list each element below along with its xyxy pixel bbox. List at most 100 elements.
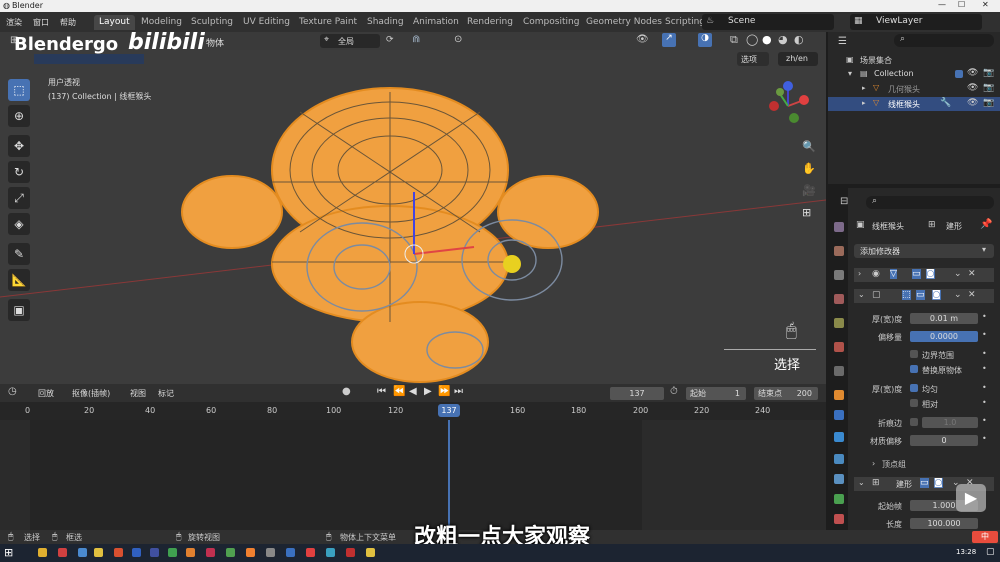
shading-rendered-icon[interactable]: ◐ [794, 33, 804, 46]
render-toggle-icon[interactable]: ◙ [926, 269, 935, 279]
pivot-icon[interactable]: ⟳ [386, 35, 394, 45]
outliner-search[interactable]: ⌕ [894, 34, 994, 47]
pan-view-icon[interactable]: ✋ [802, 162, 816, 175]
scene-collection-row[interactable]: ▣ 场景集合 [828, 53, 1000, 67]
overlay-toggle-icon[interactable]: ◑ [698, 33, 712, 47]
3d-viewport[interactable]: ⊞ 物体 ⌖ 全局 ⟳ ⋒ ⊙ 👁 ↗ ◑ ⧉ ◯ ● ◕ ◐ Blenderg… [0, 32, 826, 384]
zoom-view-icon[interactable]: 🔍 [802, 140, 816, 153]
close-icon[interactable]: ✕ [968, 290, 976, 300]
shading-material-icon[interactable]: ◕ [778, 33, 788, 46]
world-props-icon[interactable] [834, 342, 844, 352]
menu-render[interactable]: 渲染 [6, 17, 22, 28]
visibility-icon[interactable]: 👁 [636, 34, 649, 45]
app-icon[interactable] [78, 548, 87, 557]
viewlayer-selector[interactable]: ▦ ViewLayer [850, 14, 982, 30]
minimize-button[interactable]: — [938, 0, 946, 9]
transform-orientation[interactable]: ⌖ 全局 [320, 34, 380, 48]
add-cube-tool-icon[interactable]: ▣ [8, 299, 30, 321]
add-modifier-button[interactable]: 添加修改器 ▾ [854, 244, 994, 258]
shading-wireframe-icon[interactable]: ◯ [746, 33, 758, 46]
particles-props-icon[interactable] [834, 432, 844, 442]
keyframe-dot-icon[interactable]: • [982, 364, 987, 373]
timeline-editor-icon[interactable]: ◷ [8, 386, 17, 397]
wechat-icon[interactable] [168, 548, 177, 557]
keyframe-dot-icon[interactable]: • [982, 416, 987, 425]
collection-props-icon[interactable] [834, 366, 844, 376]
premiere-icon[interactable] [150, 548, 159, 557]
chrome-icon[interactable] [94, 548, 103, 557]
scale-tool-icon[interactable]: ⤢ [8, 187, 30, 209]
tab-compositing[interactable]: Compositing [518, 15, 584, 30]
scene-selector[interactable]: ♨ Scene [702, 14, 834, 30]
view-menu[interactable]: 视图 [130, 388, 146, 399]
tab-rendering[interactable]: Rendering [462, 15, 518, 30]
end-frame-box[interactable]: 结束点 200 [754, 387, 818, 400]
shading-solid-icon[interactable]: ● [762, 33, 772, 46]
expand-icon[interactable]: › [872, 459, 875, 468]
marker-menu[interactable]: 标记 [158, 388, 174, 399]
xray-icon[interactable]: ⧉ [730, 33, 738, 47]
camera-icon[interactable]: 📷 [983, 83, 994, 93]
physics-props-icon[interactable] [834, 454, 844, 464]
modifier-props-icon[interactable] [834, 410, 844, 420]
tab-uv-editing[interactable]: UV Editing [238, 15, 295, 30]
current-frame-field[interactable]: 137 [610, 387, 664, 400]
boundary-checkbox[interactable] [910, 350, 918, 358]
select-mode-buttons[interactable] [34, 54, 144, 64]
render-toggle-icon[interactable]: ◙ [934, 478, 943, 488]
viewport-toggle-icon[interactable]: ▭ [920, 478, 929, 488]
thickness-field[interactable]: 0.01 m [910, 313, 978, 324]
camera-icon[interactable]: 📷 [983, 68, 994, 78]
expand-icon[interactable]: › [858, 269, 861, 278]
start-frame-box[interactable]: 起始 1 [686, 387, 746, 400]
proportional-edit-icon[interactable]: ⊙ [454, 34, 462, 45]
editmode-toggle-icon[interactable]: ⬚ [902, 290, 911, 300]
offset-field[interactable]: 0.0000 [910, 331, 978, 342]
collection-checkbox[interactable] [955, 70, 963, 78]
app-icon[interactable] [186, 548, 195, 557]
output-props-icon[interactable] [834, 270, 844, 280]
outliner-item[interactable]: ▸ ▽ 几何猴头 👁 📷 [828, 82, 1000, 96]
material-offset-field[interactable]: 0 [910, 435, 978, 446]
menu-object[interactable]: 物体 [206, 36, 224, 49]
render-props-icon[interactable] [834, 246, 844, 256]
collection-row[interactable]: ▾ ▤ Collection 👁 📷 [828, 67, 1000, 81]
pin-icon[interactable]: 📌 [980, 219, 992, 230]
explorer-icon[interactable] [38, 548, 47, 557]
keyframe-dot-icon[interactable]: • [982, 349, 987, 358]
length-field[interactable]: 100.000 [910, 518, 978, 529]
keyframe-dot-icon[interactable]: • [982, 434, 987, 443]
eye-icon[interactable]: 👁 [967, 83, 978, 93]
measure-tool-icon[interactable]: 📐 [8, 269, 30, 291]
eye-icon[interactable]: 👁 [967, 98, 978, 108]
modifier-header[interactable]: ⌄ ▢ ⬚ ▭ ◙ ⌄ ✕ [854, 289, 994, 303]
select-tool-icon[interactable]: ⬚ [8, 79, 30, 101]
lang-toggle[interactable]: zh/en [778, 52, 818, 66]
options-dropdown[interactable]: 选项 [737, 52, 769, 66]
tab-geometry-nodes[interactable]: Geometry Nodes [581, 15, 667, 30]
play-reverse-icon[interactable]: ◀ [409, 386, 417, 397]
expand-icon[interactable]: ▸ [862, 99, 866, 107]
playback-menu[interactable]: 回放 [38, 388, 54, 399]
ime-indicator[interactable]: 中 [972, 531, 998, 543]
app-icon[interactable] [226, 548, 235, 557]
tab-layout[interactable]: Layout [94, 15, 135, 30]
even-checkbox[interactable] [910, 384, 918, 392]
chevron-down-icon[interactable]: ⌄ [954, 269, 962, 279]
record-icon[interactable]: ● [342, 386, 351, 397]
start-icon[interactable]: ⊞ [4, 546, 13, 559]
viewport-toggle-icon[interactable]: ▭ [912, 269, 921, 279]
annotate-tool-icon[interactable]: ✎ [8, 243, 30, 265]
app-icon[interactable] [306, 548, 315, 557]
cursor-tool-icon[interactable]: ⊕ [8, 105, 30, 127]
keyframe-dot-icon[interactable]: • [982, 383, 987, 392]
app-icon[interactable] [286, 548, 295, 557]
crease-field[interactable]: 1.0 [922, 417, 978, 428]
prev-keyframe-icon[interactable]: ⏪ [393, 386, 405, 397]
app-icon[interactable] [132, 548, 141, 557]
keyframe-dot-icon[interactable]: • [982, 398, 987, 407]
notification-icon[interactable]: ▢ [986, 547, 995, 557]
tab-shading[interactable]: Shading [362, 15, 409, 30]
play-icon[interactable]: ▶ [424, 386, 432, 397]
play-overlay-icon[interactable]: ▶ [956, 484, 986, 512]
